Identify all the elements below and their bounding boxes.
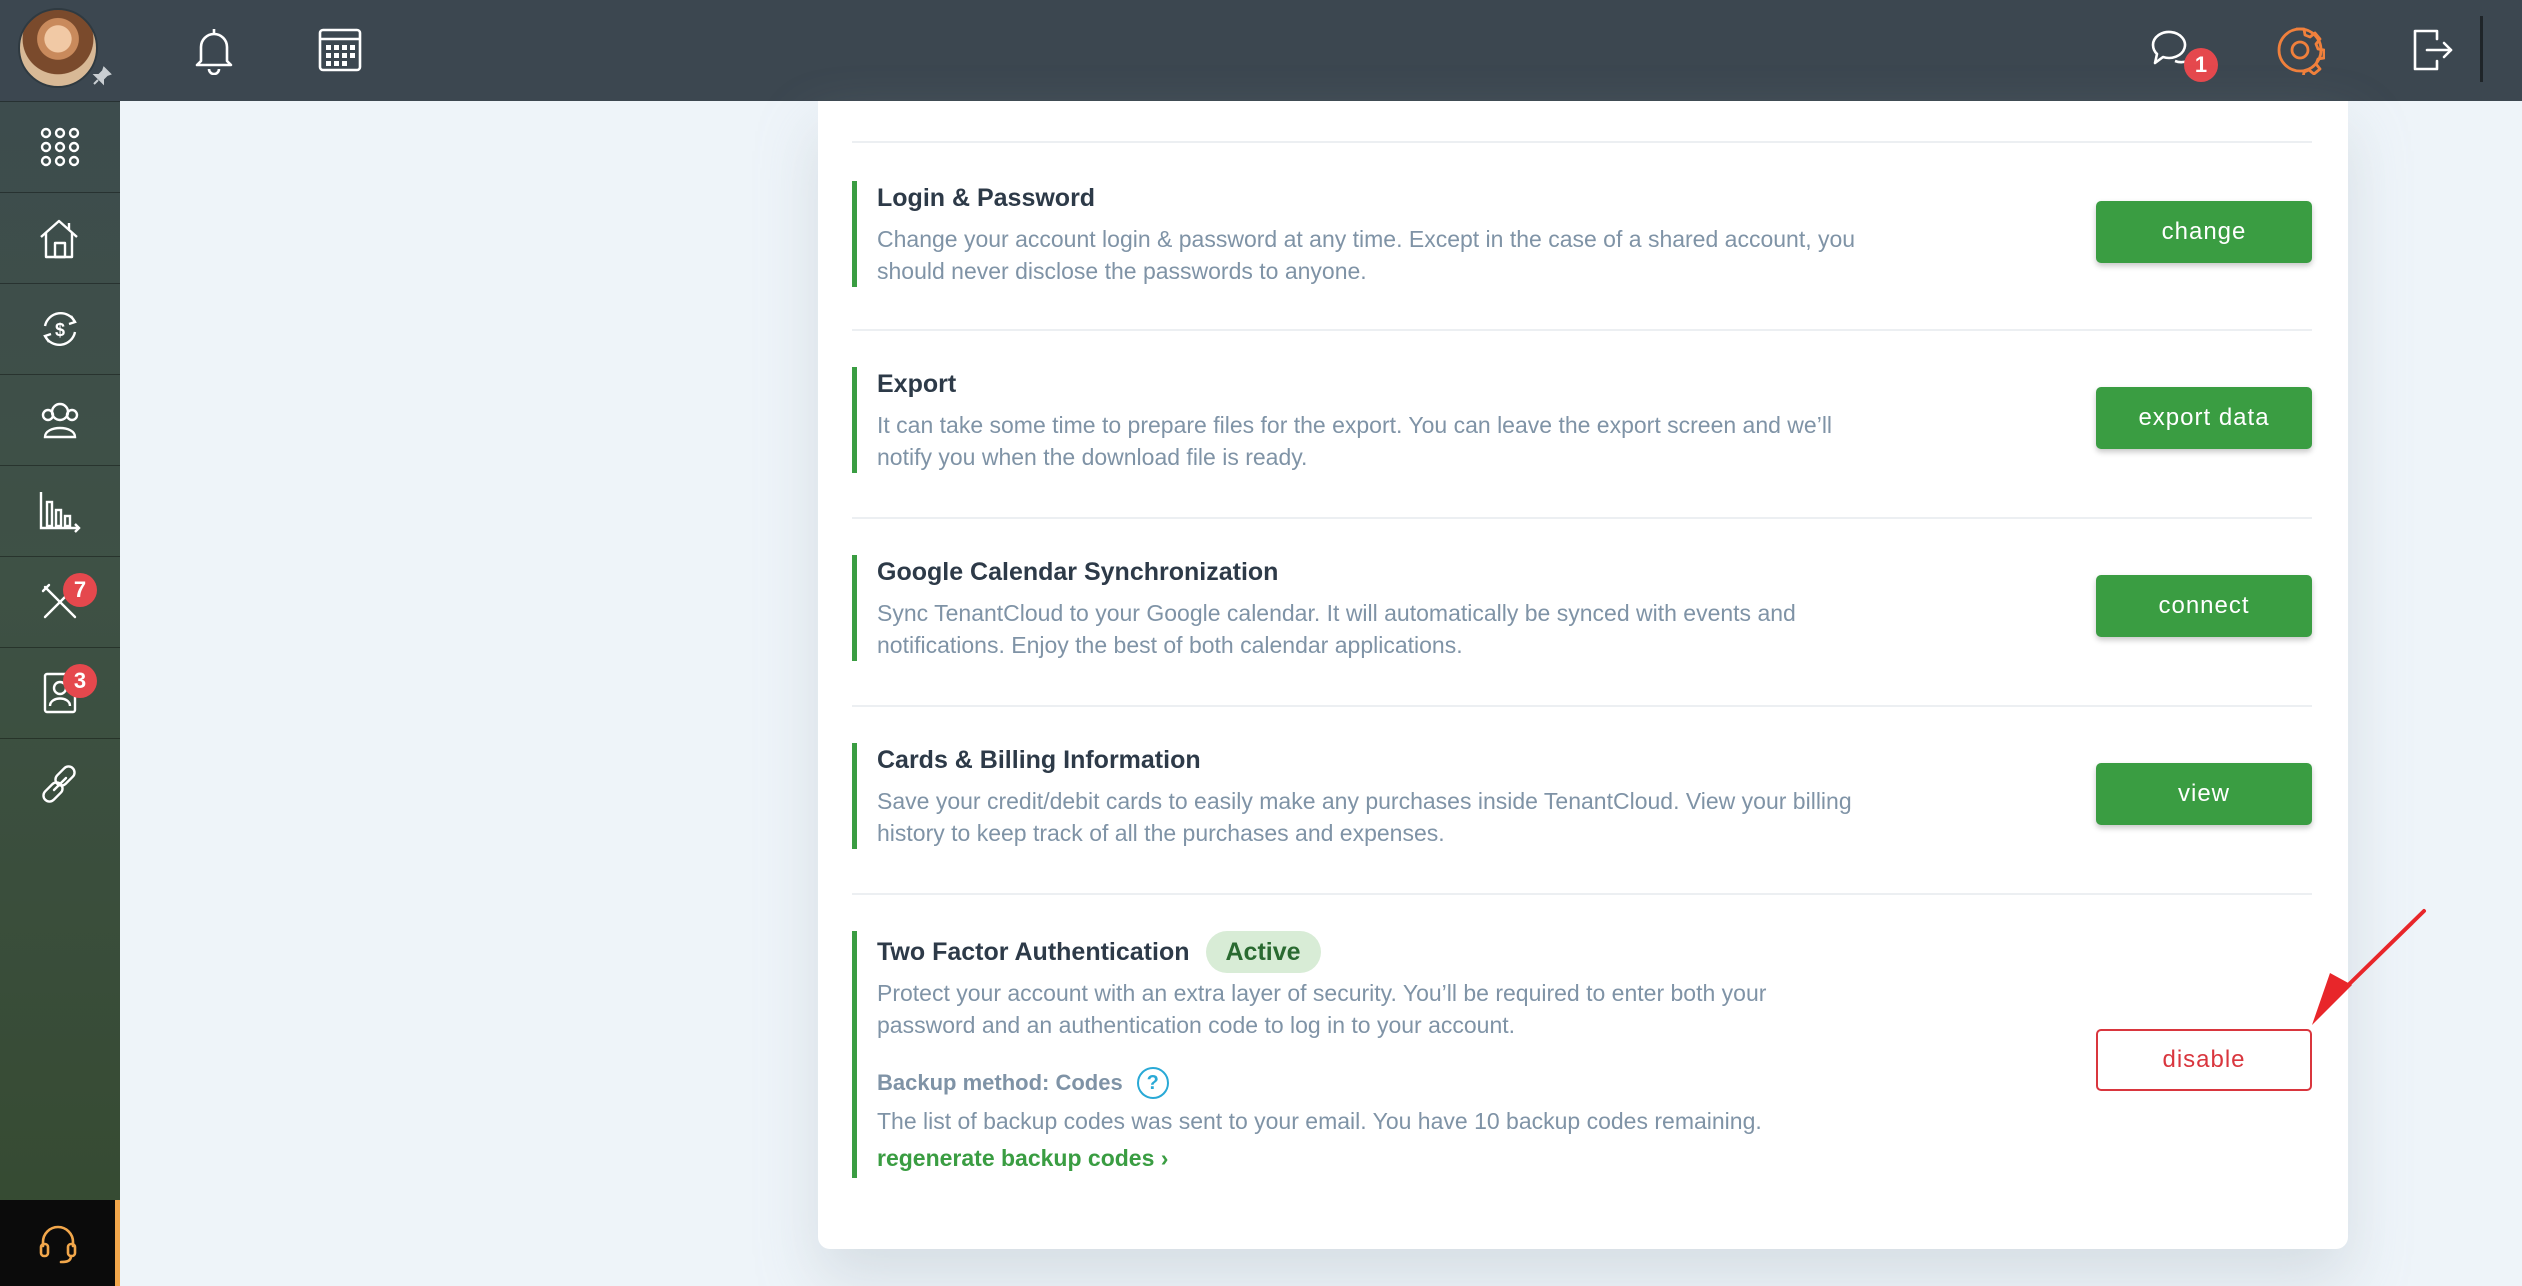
backup-method-label: Backup method: Codes — [877, 1070, 1123, 1095]
settings-row-cards-billing: Cards & Billing Information Save your cr… — [852, 705, 2312, 893]
connect-button[interactable]: connect — [2096, 575, 2312, 637]
row-content: Login & Password Change your account log… — [852, 181, 1932, 287]
topbar-divider — [2480, 16, 2483, 82]
row-description-line: Protect your account with an extra layer… — [877, 980, 1767, 1006]
row-description: Save your credit/debit cards to easily m… — [877, 785, 1932, 849]
messages-badge: 1 — [2184, 48, 2218, 82]
row-title: Export — [877, 370, 957, 398]
backup-method: Backup method: Codes ? — [877, 1067, 1932, 1099]
sidebar-item-reports[interactable] — [0, 465, 120, 556]
account-settings-card: Login & Password Change your account log… — [818, 101, 2348, 1249]
svg-text:$: $ — [55, 320, 65, 340]
row-description-line: notifications. Enjoy the best of both ca… — [877, 632, 1463, 658]
annotation-arrow-icon — [2312, 909, 2426, 1025]
row-content: Two Factor Authentication Active Protect… — [852, 931, 1932, 1178]
row-description-line: Save your credit/debit cards to easily m… — [877, 788, 1852, 814]
accounting-icon: $ — [43, 311, 77, 347]
export-data-button[interactable]: export data — [2096, 387, 2312, 449]
sidebar-item-apps[interactable] — [0, 101, 120, 192]
reports-icon — [39, 492, 81, 533]
row-description-line: Sync TenantCloud to your Google calendar… — [877, 600, 1796, 626]
row-description-line: Change your account login & password at … — [877, 226, 1856, 252]
row-description-line: should never disclose the passwords to a… — [877, 258, 1367, 284]
row-content: Cards & Billing Information Save your cr… — [852, 743, 1932, 849]
row-title: Login & Password — [877, 184, 1096, 212]
backup-info: The list of backup codes was sent to you… — [877, 1108, 1762, 1134]
apps-grid-icon — [40, 127, 80, 167]
help-icon[interactable]: ? — [1136, 1067, 1169, 1099]
maintenance-badge: 7 — [63, 573, 97, 607]
view-button[interactable]: view — [2096, 763, 2312, 825]
row-description: Protect your account with an extra layer… — [877, 977, 1932, 1041]
status-badge: Active — [1205, 931, 1321, 973]
messages-button[interactable]: 1 — [2144, 20, 2218, 82]
calendar-icon — [318, 28, 362, 72]
regenerate-backup-codes-link[interactable]: regenerate backup codes › — [877, 1145, 1168, 1172]
change-button[interactable]: change — [2096, 201, 2312, 263]
row-title: Google Calendar Synchronization — [877, 558, 1279, 586]
settings-button[interactable] — [2270, 20, 2330, 80]
avatar-cell — [0, 0, 120, 101]
settings-icon — [2277, 27, 2325, 75]
sidebar-item-people[interactable] — [0, 374, 120, 465]
row-description: It can take some time to prepare files f… — [877, 409, 1932, 473]
top-bar: 1 — [120, 0, 2522, 101]
row-title: Two Factor Authentication Active — [877, 931, 1932, 973]
row-content: Google Calendar Synchronization Sync Ten… — [852, 555, 1932, 661]
row-description-line: It can take some time to prepare files f… — [877, 412, 1833, 438]
row-content: Export It can take some time to prepare … — [852, 367, 1932, 473]
row-description-line: history to keep track of all the purchas… — [877, 820, 1445, 846]
two-factor-title: Two Factor Authentication — [877, 938, 1190, 966]
sidebar-item-accounting[interactable]: $ — [0, 283, 120, 374]
settings-row-two-factor: Two Factor Authentication Active Protect… — [852, 893, 2312, 1193]
settings-row-login-password: Login & Password Change your account log… — [852, 141, 2312, 329]
properties-icon — [40, 219, 78, 259]
row-title: Cards & Billing Information — [877, 746, 1201, 774]
pin-icon[interactable] — [92, 66, 112, 86]
row-description-line: password and an authentication code to l… — [877, 1012, 1516, 1038]
disable-button[interactable]: disable — [2096, 1029, 2312, 1091]
row-description: Change your account login & password at … — [877, 223, 1932, 287]
logout-icon — [2413, 29, 2453, 71]
applications-badge: 3 — [63, 664, 97, 698]
bell-icon — [195, 29, 233, 75]
notifications-button[interactable] — [184, 20, 244, 80]
settings-row-google-calendar: Google Calendar Synchronization Sync Ten… — [852, 517, 2312, 705]
row-description: Sync TenantCloud to your Google calendar… — [877, 597, 1932, 661]
link-icon — [42, 765, 76, 803]
calendar-button[interactable] — [310, 20, 370, 80]
sidebar-item-applications[interactable]: 3 — [0, 647, 120, 738]
people-icon — [41, 402, 79, 439]
logout-button[interactable] — [2402, 20, 2462, 80]
row-description-line: notify you when the download file is rea… — [877, 444, 1308, 470]
sidebar-item-maintenance[interactable]: 7 — [0, 556, 120, 647]
left-sidebar: $ 7 3 — [0, 0, 120, 1286]
sidebar-item-properties[interactable] — [0, 192, 120, 283]
support-headset-icon — [39, 1225, 76, 1264]
avatar[interactable] — [18, 8, 98, 88]
support-button[interactable] — [0, 1200, 120, 1286]
settings-row-export: Export It can take some time to prepare … — [852, 329, 2312, 517]
sidebar-item-link[interactable] — [0, 738, 120, 829]
